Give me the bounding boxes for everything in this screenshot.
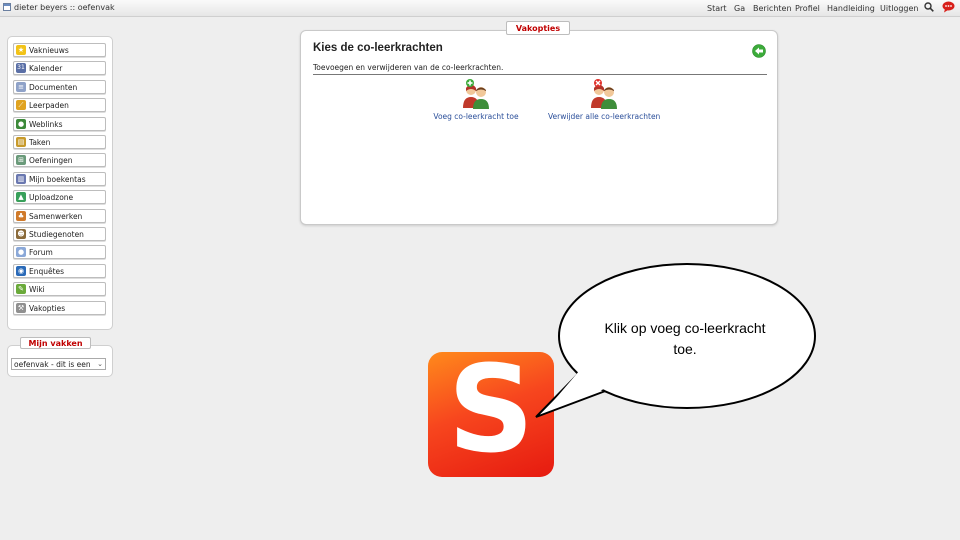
course-select[interactable]: oefenvak - dit is een ⌄ (11, 358, 106, 370)
sidebar-item-vakopties[interactable]: ⚒ Vakopties (13, 301, 106, 315)
sidebar-item-label: Taken (29, 138, 51, 147)
top-bar: dieter beyers :: oefenvak Start Ga Beric… (0, 0, 960, 17)
sidebar-item-uploadzone[interactable]: ▲ Uploadzone (13, 190, 106, 204)
main-panel (300, 30, 778, 225)
sidebar-item-leerpaden[interactable]: ⟋ Leerpaden (13, 98, 106, 112)
sidebar-item-label: Forum (29, 248, 53, 257)
document-icon: ≡ (16, 82, 26, 92)
sidebar-item-taken[interactable]: ▤ Taken (13, 135, 106, 149)
tasks-icon: ▤ (16, 137, 26, 147)
nav-start[interactable]: Start (707, 4, 727, 13)
forum-icon: ● (16, 247, 26, 257)
add-coteacher-button[interactable]: Voeg co-leerkracht toe (430, 78, 522, 121)
collaborate-icon: ♣ (16, 211, 26, 221)
sidebar-item-mijn-boekentas[interactable]: ▥ Mijn boekentas (13, 172, 106, 186)
bag-icon: ▥ (16, 174, 26, 184)
sidebar-item-weblinks[interactable]: ● Weblinks (13, 117, 106, 131)
sidebar-item-label: Wiki (29, 285, 45, 294)
remove-users-icon (591, 79, 617, 109)
vakopties-tab: Vakopties (506, 21, 570, 35)
sidebar-item-label: Leerpaden (29, 101, 69, 110)
sidebar-item-documenten[interactable]: ≡ Documenten (13, 80, 106, 94)
classmates-icon: ☻ (16, 229, 26, 239)
sidebar-item-label: Weblinks (29, 120, 63, 129)
page-title: Kies de co-leerkrachten (313, 42, 443, 54)
sidebar-item-kalender[interactable]: 31 Kalender (13, 61, 106, 75)
nav-profiel[interactable]: Profiel (795, 4, 820, 13)
remove-all-coteachers-label: Verwijder alle co-leerkrachten (548, 112, 661, 121)
sidebar-item-label: Studiegenoten (29, 230, 84, 239)
sidebar-item-samenwerken[interactable]: ♣ Samenwerken (13, 209, 106, 223)
add-coteacher-label: Voeg co-leerkracht toe (433, 112, 519, 121)
sidebar-item-label: Uploadzone (29, 193, 74, 202)
sidebar-item-forum[interactable]: ● Forum (13, 245, 106, 259)
path-icon: ⟋ (16, 100, 26, 110)
calendar-icon: 31 (16, 63, 26, 73)
sidebar-item-enqu-tes[interactable]: ◉ Enquêtes (13, 264, 106, 278)
search-icon[interactable] (924, 2, 934, 12)
upload-icon: ▲ (16, 192, 26, 202)
wrench-icon: ⚒ (16, 303, 26, 313)
sidebar-item-label: Documenten (29, 83, 78, 92)
sidebar-item-oefeningen[interactable]: ⊞ Oefeningen (13, 153, 106, 167)
sidebar-item-label: Mijn boekentas (29, 175, 86, 184)
chevron-down-icon: ⌄ (96, 359, 104, 369)
back-arrow-icon[interactable] (752, 44, 766, 58)
sidebar-item-label: Enquêtes (29, 267, 65, 276)
user-course-title: dieter beyers :: oefenvak (14, 3, 115, 12)
nav-ga[interactable]: Ga (734, 4, 745, 13)
nav-berichten[interactable]: Berichten (753, 4, 792, 13)
survey-icon: ◉ (16, 266, 26, 276)
chat-icon[interactable] (942, 1, 955, 13)
sidebar-item-label: Oefeningen (29, 156, 73, 165)
course-select-value: oefenvak - dit is een (14, 360, 91, 369)
sidebar-item-label: Kalender (29, 64, 63, 73)
nav-handleiding[interactable]: Handleiding (827, 4, 875, 13)
star-icon: ★ (16, 45, 26, 55)
window-icon (3, 3, 11, 11)
exercise-icon: ⊞ (16, 155, 26, 165)
globe-link-icon: ● (16, 119, 26, 129)
wiki-icon: ✎ (16, 284, 26, 294)
nav-uitloggen[interactable]: Uitloggen (880, 4, 918, 13)
divider (313, 74, 767, 75)
sidebar-item-label: Vaknieuws (29, 46, 69, 55)
remove-all-coteachers-button[interactable]: Verwijder alle co-leerkrachten (548, 78, 660, 121)
sidebar-item-label: Samenwerken (29, 212, 83, 221)
balloon-text: Klik op voeg co-leerkracht toe. (604, 320, 766, 357)
mijn-vakken-title: Mijn vakken (20, 337, 91, 349)
sidebar-item-studiegenoten[interactable]: ☻ Studiegenoten (13, 227, 106, 241)
add-users-icon (463, 79, 489, 109)
sidebar-item-vaknieuws[interactable]: ★ Vaknieuws (13, 43, 106, 57)
sidebar-item-wiki[interactable]: ✎ Wiki (13, 282, 106, 296)
page-subtitle: Toevoegen en verwijderen van de co-leerk… (313, 63, 504, 72)
sidebar-item-label: Vakopties (29, 304, 66, 313)
